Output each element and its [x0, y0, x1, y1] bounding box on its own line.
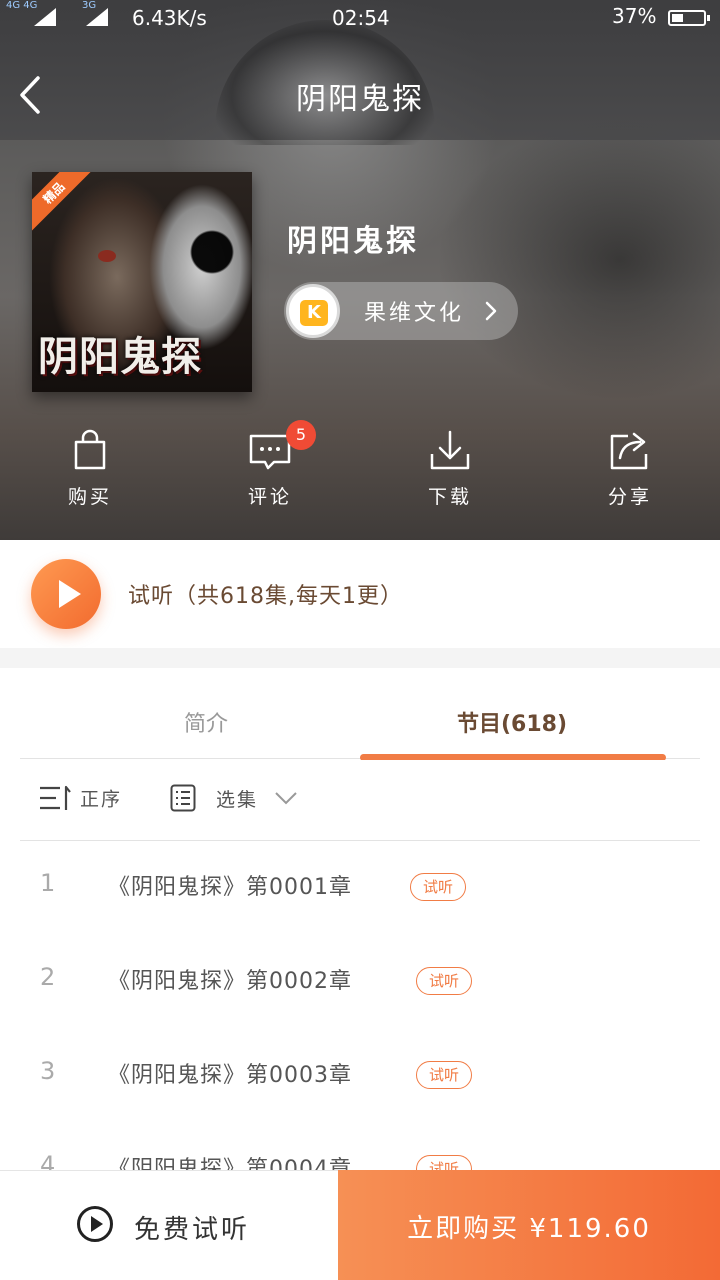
list-toolbar: 正序 选集: [0, 760, 720, 842]
play-circle-icon: [77, 1206, 113, 1242]
download-icon: [430, 430, 470, 470]
share-action-label: 分享: [607, 486, 652, 508]
buy-now-button[interactable]: 立即购买 ¥119.60: [338, 1170, 720, 1280]
section-divider: [0, 648, 720, 668]
trial-tag: 试听: [410, 873, 467, 901]
trial-tag: 试听: [416, 1061, 473, 1089]
cover-title: 阴阳鬼探: [38, 333, 202, 380]
publisher-name: 果维文化: [364, 301, 465, 326]
trial-row: 试听（共618集,每天1更）: [0, 540, 720, 648]
battery-fill: [672, 14, 683, 22]
chevron-right-icon: [485, 301, 497, 321]
episode-row[interactable]: 3 《阴阳鬼探》第0003章 试听: [0, 1029, 720, 1124]
sort-order-label: 正序: [80, 788, 123, 811]
book-title: 阴阳鬼探: [287, 224, 419, 259]
publisher-button[interactable]: K 果维文化: [284, 282, 518, 340]
tab-episodes[interactable]: 节目(618): [332, 706, 692, 738]
battery-percent: 37%: [612, 4, 657, 28]
cover-art-detail: [98, 250, 116, 262]
select-episodes-button[interactable]: 选集: [170, 784, 298, 818]
trial-info: 试听（共618集,每天1更）: [128, 584, 403, 609]
episode-title: 《阴阳鬼探》第0003章: [108, 1063, 352, 1088]
share-icon: [610, 432, 648, 470]
episode-title: 《阴阳鬼探》第0002章: [108, 969, 352, 994]
comment-action-label: 评论: [247, 486, 292, 508]
publisher-logo-mark: K: [300, 300, 328, 326]
hero-header: 4G 4G 3G 6.43K/s 02:54 37% 阴阳鬼探 精品 阴阳鬼探 …: [0, 0, 720, 540]
battery-icon: [668, 10, 710, 26]
buy-action[interactable]: 购买: [30, 428, 150, 518]
buy-action-label: 购买: [67, 486, 112, 508]
bottom-action-bar: 免费试听 立即购买 ¥119.60: [0, 1170, 720, 1280]
network-type: 4G 4G: [6, 0, 38, 11]
signal-icon: [86, 8, 108, 26]
tab-bar: 简介 节目(618): [0, 668, 720, 761]
episode-index: 2: [40, 963, 56, 991]
episode-index: 3: [40, 1057, 56, 1085]
book-cover[interactable]: 精品 阴阳鬼探: [32, 172, 252, 392]
buy-now-label: 立即购买 ¥119.60: [407, 1214, 651, 1244]
download-action[interactable]: 下载: [390, 428, 510, 518]
episode-index: 1: [40, 869, 56, 897]
download-action-label: 下载: [427, 486, 472, 508]
comment-action[interactable]: 评论 5: [210, 420, 330, 518]
list-icon: [170, 784, 196, 812]
sort-icon: [40, 785, 71, 810]
status-bar: 4G 4G 3G 6.43K/s 02:54 37%: [0, 0, 720, 36]
free-trial-label: 免费试听: [134, 1215, 251, 1245]
publisher-logo: K: [286, 284, 340, 338]
clock: 02:54: [332, 6, 390, 30]
trial-tag: 试听: [416, 967, 473, 995]
share-action[interactable]: 分享: [570, 428, 690, 518]
comment-count-badge: 5: [286, 420, 316, 450]
chevron-down-icon: [275, 792, 297, 805]
signal-icon: [34, 8, 56, 26]
episode-row[interactable]: 1 《阴阳鬼探》第0001章 试听: [0, 841, 720, 936]
play-button[interactable]: [31, 559, 101, 629]
free-trial-button[interactable]: 免费试听: [0, 1170, 338, 1280]
sort-order-button[interactable]: 正序: [38, 784, 122, 818]
premium-badge: 精品: [32, 172, 98, 237]
network-speed: 6.43K/s: [132, 6, 207, 30]
action-bar: 购买 评论 5 下载 分享: [0, 420, 720, 518]
episode-title: 《阴阳鬼探》第0001章: [108, 875, 352, 900]
page-title: 阴阳鬼探: [296, 82, 424, 117]
select-episodes-label: 选集: [216, 788, 259, 811]
bag-icon: [74, 429, 106, 470]
episode-row[interactable]: 2 《阴阳鬼探》第0002章 试听: [0, 935, 720, 1030]
